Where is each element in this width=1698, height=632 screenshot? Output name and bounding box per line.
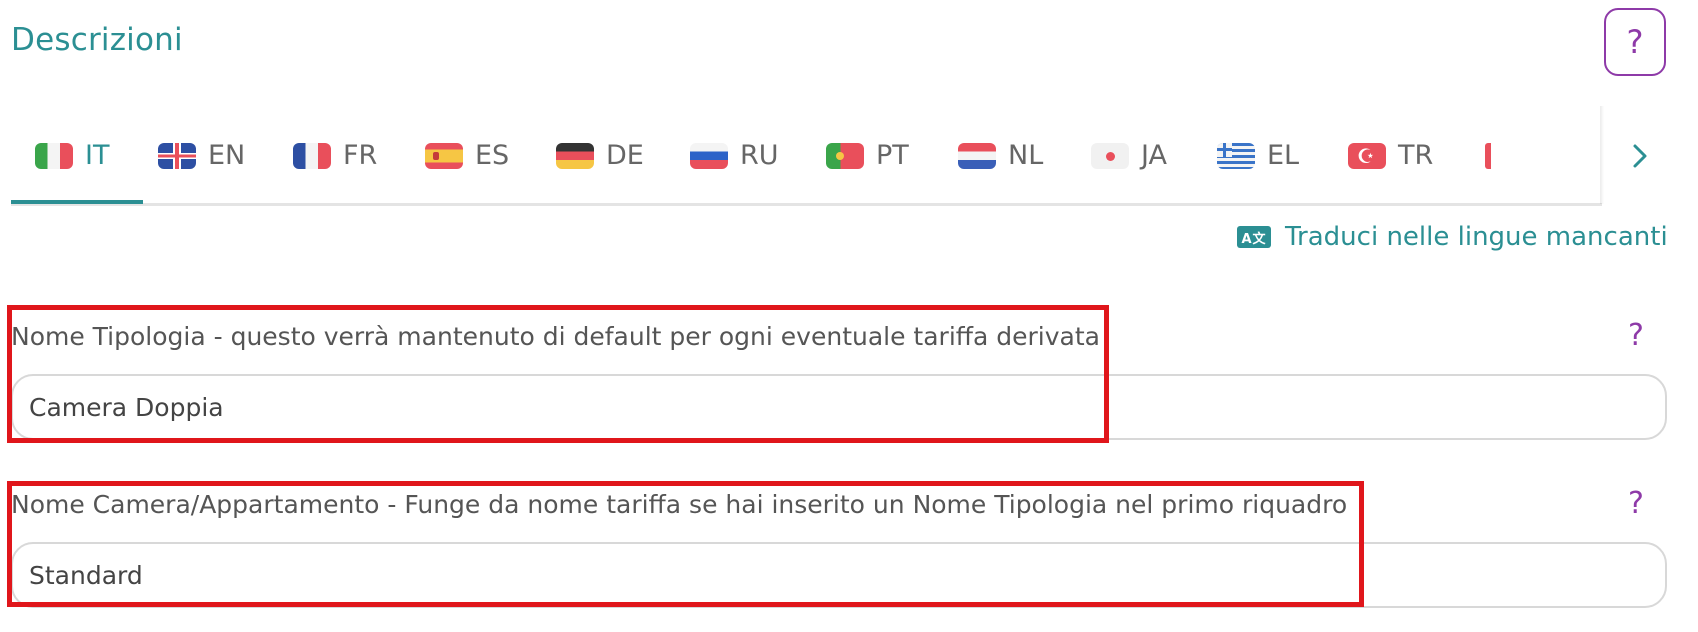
translate-icon: A文 [1237, 226, 1271, 248]
tab-el[interactable]: EL [1217, 108, 1299, 203]
tab-tr[interactable]: TR [1348, 108, 1433, 203]
nome-camera-label: Nome Camera/Appartamento - Funge da nome… [11, 490, 1348, 519]
france-flag-icon [293, 142, 331, 169]
nome-tipologia-input[interactable] [11, 374, 1667, 440]
tab-pt[interactable]: PT [826, 108, 909, 203]
tab-nl[interactable]: NL [958, 108, 1043, 203]
flag-icon [1485, 142, 1491, 169]
tab-label: JA [1141, 140, 1167, 171]
tab-ru[interactable]: RU [690, 108, 779, 203]
spain-flag-icon [425, 142, 463, 169]
turkey-flag-icon [1348, 142, 1386, 169]
tab-en[interactable]: EN [158, 108, 245, 203]
tab-label: DE [606, 140, 644, 171]
tab-partial[interactable] [1485, 108, 1491, 203]
tabs-next-button[interactable] [1620, 136, 1660, 176]
nome-camera-help-icon[interactable]: ? [1628, 486, 1644, 521]
italy-flag-icon [35, 142, 73, 169]
tab-label: PT [876, 140, 909, 171]
nome-tipologia-label: Nome Tipologia - questo verrà mantenuto … [11, 322, 1100, 351]
portugal-flag-icon [826, 142, 864, 169]
tab-label: FR [343, 140, 378, 171]
tab-label: RU [740, 140, 779, 171]
tab-fr[interactable]: FR [293, 108, 377, 203]
tab-es[interactable]: ES [425, 108, 509, 203]
tab-it[interactable]: IT [35, 108, 109, 203]
uk-flag-icon [158, 142, 196, 169]
tab-label: TR [1398, 140, 1434, 171]
tab-label: NL [1008, 140, 1044, 171]
tab-de[interactable]: DE [556, 108, 644, 203]
active-tab-indicator [11, 200, 143, 204]
tab-label: EL [1267, 140, 1300, 171]
language-tabs: IT EN FR ES DE RU PT NL JA EL TR [11, 108, 1602, 206]
tabs-scroll-shadow [1600, 106, 1604, 204]
germany-flag-icon [556, 142, 594, 169]
translate-missing-link[interactable]: A文 Traduci nelle lingue mancanti [1237, 222, 1668, 252]
greece-flag-icon [1217, 142, 1255, 169]
nome-camera-input[interactable] [11, 542, 1667, 608]
tab-label: IT [85, 140, 110, 171]
tab-ja[interactable]: JA [1091, 108, 1167, 203]
help-button[interactable]: ? [1604, 8, 1666, 76]
russia-flag-icon [690, 142, 728, 169]
netherlands-flag-icon [958, 142, 996, 169]
nome-tipologia-help-icon[interactable]: ? [1628, 318, 1644, 353]
tab-label: EN [208, 140, 246, 171]
tab-label: ES [475, 140, 510, 171]
japan-flag-icon [1091, 142, 1129, 169]
section-title: Descrizioni [11, 22, 183, 58]
chevron-right-icon [1633, 144, 1647, 168]
translate-label: Traduci nelle lingue mancanti [1285, 222, 1668, 252]
